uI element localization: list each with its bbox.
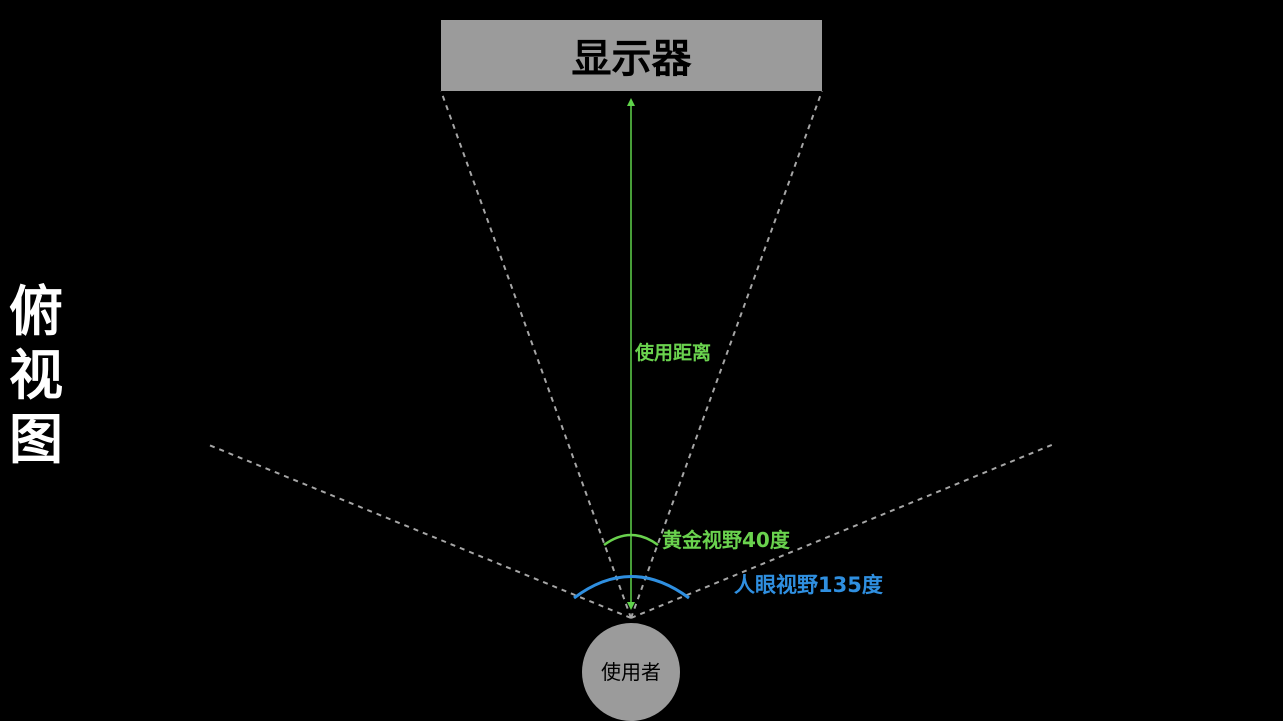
golden-fov-label: 黄金视野40度 [662, 528, 791, 552]
human-fov-left-line [208, 444, 632, 619]
user-label: 使用者 [601, 660, 661, 684]
monitor-left-sight-line [440, 90, 632, 619]
monitor-label: 显示器 [572, 36, 693, 82]
diagram-canvas: 显示器 使用距离 黄金视野40度 人眼视野135度 使用者 [208, 20, 1055, 721]
human-fov-label: 人眼视野135度 [734, 573, 883, 597]
distance-label: 使用距离 [634, 341, 711, 364]
top-view-diagram: 俯 视 图 显示器 使用距离 黄金视野40度 人眼视野135度 使用者 [0, 0, 1283, 721]
